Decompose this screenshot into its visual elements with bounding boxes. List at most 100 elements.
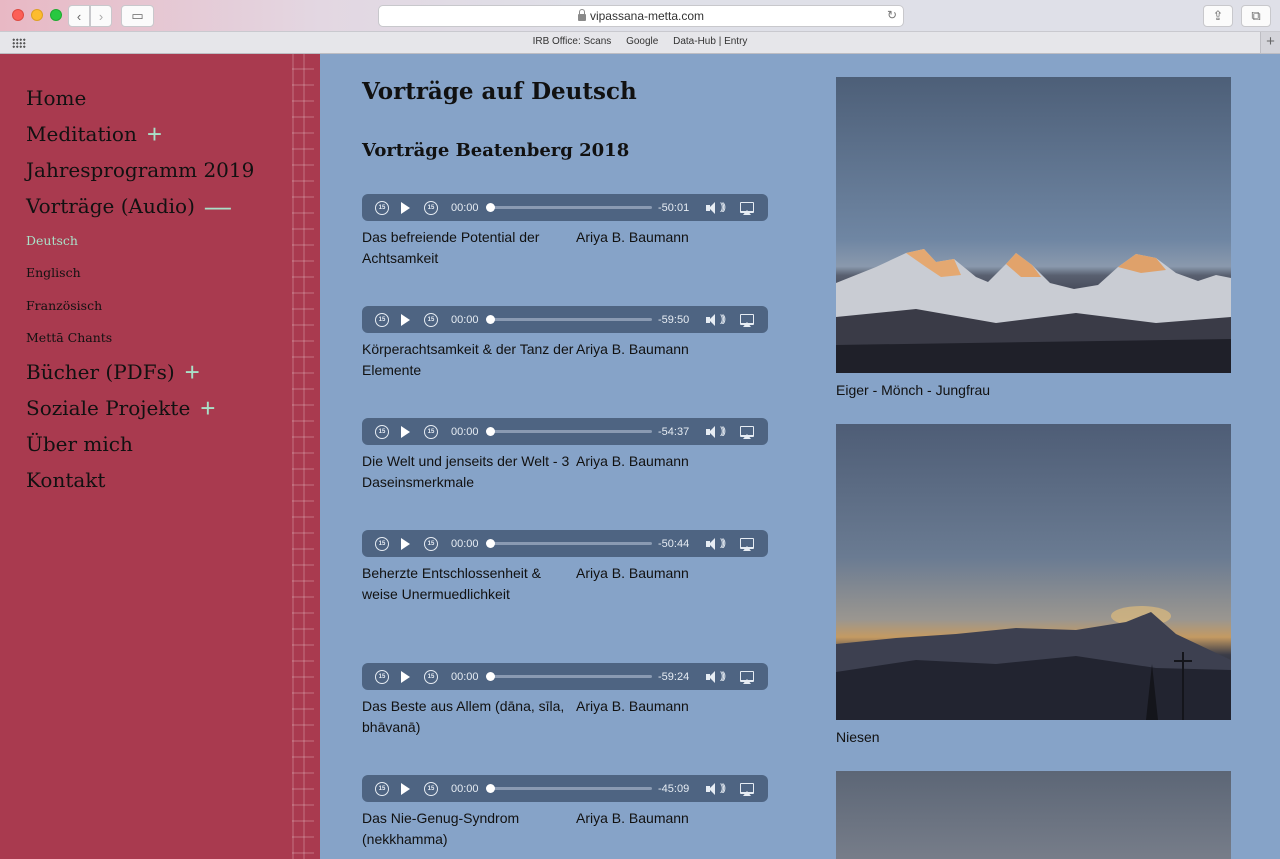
play-button[interactable] [401, 663, 410, 690]
airplay-button[interactable] [740, 194, 754, 221]
airplay-button[interactable] [740, 306, 754, 333]
skip-back-button[interactable]: 15 [375, 530, 389, 557]
progress-handle[interactable] [486, 539, 495, 548]
airplay-button[interactable] [740, 418, 754, 445]
play-button[interactable] [401, 775, 410, 802]
skip-forward-button[interactable]: 15 [424, 530, 438, 557]
volume-button[interactable]: ))) [706, 418, 726, 445]
volume-button[interactable]: ))) [706, 530, 726, 557]
talk-title: Körperachtsamkeit & der Tanz der Element… [362, 341, 574, 378]
skip-back-button[interactable]: 15 [375, 663, 389, 690]
progress-handle[interactable] [486, 784, 495, 793]
nav-item-vortraege[interactable]: Vorträge (Audio) — [26, 188, 254, 224]
airplay-button[interactable] [740, 530, 754, 557]
new-tab-button[interactable]: + [1260, 32, 1280, 53]
play-icon [401, 537, 410, 550]
volume-button[interactable]: ))) [706, 775, 726, 802]
photo-caption: Eiger - Mönch - Jungfrau [836, 382, 991, 398]
play-button[interactable] [401, 306, 410, 333]
progress-slider[interactable] [488, 206, 652, 209]
airplay-button[interactable] [740, 775, 754, 802]
progress-slider[interactable] [488, 787, 652, 790]
address-bar[interactable]: vipassana-metta.com ↻ [378, 5, 904, 27]
progress-handle[interactable] [486, 672, 495, 681]
nav-item-buecher[interactable]: Bücher (PDFs) + [26, 354, 254, 390]
bookmark-irb[interactable]: IRB Office: Scans [533, 36, 612, 47]
sidebar: Home Meditation + Jahresprogramm 2019 Vor… [0, 54, 320, 859]
skip-forward-button[interactable]: 15 [424, 663, 438, 690]
subnav-item-deutsch[interactable]: Deutsch [26, 224, 254, 257]
airplay-button[interactable] [740, 663, 754, 690]
play-button[interactable] [401, 194, 410, 221]
play-icon [401, 782, 410, 795]
subnav-item-englisch[interactable]: Englisch [26, 257, 254, 290]
volume-button[interactable]: ))) [706, 663, 726, 690]
subnav-item-metta-chants[interactable]: Mettā Chants [26, 322, 254, 355]
progress-slider[interactable] [488, 430, 652, 433]
reload-icon[interactable]: ↻ [887, 8, 897, 22]
volume-button[interactable]: ))) [706, 306, 726, 333]
nav-label: Soziale Projekte [26, 396, 191, 420]
sidebar-toggle-button[interactable]: ▭ [121, 5, 154, 27]
nav-item-home[interactable]: Home [26, 80, 254, 116]
skip-forward-button[interactable]: 15 [424, 775, 438, 802]
url-text: vipassana-metta.com [589, 9, 705, 23]
volume-icon [706, 201, 720, 214]
remaining-time: -59:50 [658, 313, 690, 326]
talk-title: Die Welt und jenseits der Welt - 3 Dasei… [362, 453, 570, 490]
expand-plus-icon[interactable]: + [185, 359, 200, 385]
forward-button[interactable]: › [90, 5, 112, 27]
section-title: Vorträge Beatenberg 2018 [362, 140, 630, 161]
progress-handle[interactable] [486, 315, 495, 324]
subnav-item-franzoesisch[interactable]: Französisch [26, 289, 254, 322]
talk-author: Ariya B. Baumann [576, 229, 689, 245]
nav-item-ueber-mich[interactable]: Über mich [26, 426, 254, 462]
play-button[interactable] [401, 530, 410, 557]
photo-caption: Niesen [836, 729, 880, 745]
volume-button[interactable]: ))) [706, 194, 726, 221]
progress-handle[interactable] [486, 427, 495, 436]
volume-icon [706, 782, 720, 795]
nav-item-meditation[interactable]: Meditation + [26, 116, 254, 152]
remaining-time: -50:44 [658, 537, 690, 550]
progress-slider[interactable] [488, 542, 652, 545]
skip-back-button[interactable]: 15 [375, 194, 389, 221]
expand-plus-icon[interactable]: + [147, 121, 162, 147]
current-time: 00:00 [451, 425, 479, 438]
skip-forward-button[interactable]: 15 [424, 194, 438, 221]
tabs-icon: ⧉ [1251, 8, 1261, 23]
talk-author: Ariya B. Baumann [576, 698, 689, 714]
collapse-minus-icon[interactable]: — [205, 193, 231, 219]
skip-back-button[interactable]: 15 [375, 306, 389, 333]
sunset-mountain-photo-image [836, 424, 1231, 720]
minimize-window-button[interactable] [31, 9, 43, 21]
skip-back-button[interactable]: 15 [375, 418, 389, 445]
skip-back-button[interactable]: 15 [375, 775, 389, 802]
back-button[interactable]: ‹ [68, 5, 90, 27]
expand-plus-icon[interactable]: + [200, 395, 215, 421]
nav-label: Über mich [26, 432, 133, 456]
zoom-window-button[interactable] [50, 9, 62, 21]
nav-item-soziale-projekte[interactable]: Soziale Projekte + [26, 390, 254, 426]
remaining-time: -59:24 [658, 670, 690, 683]
bookmark-google[interactable]: Google [626, 36, 658, 47]
play-button[interactable] [401, 418, 410, 445]
nav-item-jahresprogramm[interactable]: Jahresprogramm 2019 [26, 152, 254, 188]
nav-item-kontakt[interactable]: Kontakt [26, 462, 254, 498]
skip-forward-button[interactable]: 15 [424, 306, 438, 333]
show-tabs-button[interactable]: ⧉ [1241, 5, 1271, 27]
airplay-icon [740, 202, 754, 215]
skip-forward-button[interactable]: 15 [424, 418, 438, 445]
progress-handle[interactable] [486, 203, 495, 212]
browser-chrome: ‹ › ▭ vipassana-metta.com ↻ ⇪ ⧉ IRB Offi… [0, 0, 1280, 54]
current-time: 00:00 [451, 670, 479, 683]
play-icon [401, 313, 410, 326]
share-icon: ⇪ [1212, 8, 1224, 23]
skip-back-icon: 15 [375, 424, 389, 439]
main-navigation: Home Meditation + Jahresprogramm 2019 Vor… [26, 80, 254, 498]
share-button[interactable]: ⇪ [1203, 5, 1233, 27]
bookmark-data-hub[interactable]: Data-Hub | Entry [673, 36, 747, 47]
progress-slider[interactable] [488, 318, 652, 321]
progress-slider[interactable] [488, 675, 652, 678]
close-window-button[interactable] [12, 9, 24, 21]
